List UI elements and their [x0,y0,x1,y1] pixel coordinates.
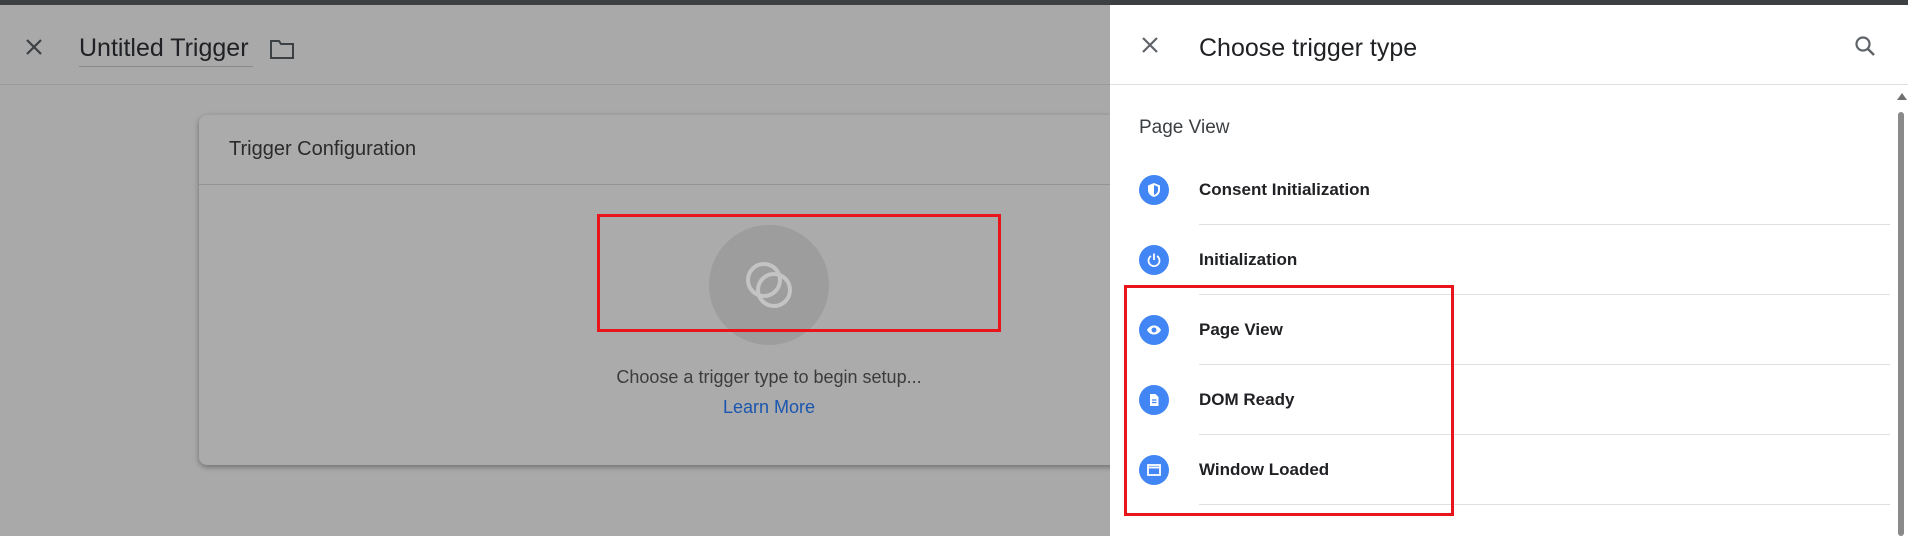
panel-title: Choose trigger type [1199,34,1418,62]
panel-header: Choose trigger type [1110,5,1908,85]
trigger-type-label: Consent Initialization [1199,180,1370,199]
trigger-type-dom-ready[interactable]: DOM Ready [1110,365,1890,435]
panel-close-button[interactable] [1136,31,1164,59]
trigger-type-label: Page View [1199,320,1283,339]
trigger-type-label: DOM Ready [1199,390,1295,409]
close-icon [26,39,42,55]
trigger-type-label: Initialization [1199,250,1298,269]
document-icon [1139,385,1169,415]
shield-icon [1139,175,1169,205]
folder-icon [270,40,294,59]
card-title: Trigger Configuration [199,115,1159,185]
power-icon [1139,245,1169,275]
trigger-type-page-view[interactable]: Page View [1110,295,1890,365]
scroll-up-arrow-icon[interactable] [1897,93,1907,100]
trigger-type-consent-initialization[interactable]: Consent Initialization [1110,155,1890,225]
scroll-thumb[interactable] [1898,112,1904,536]
editor-close-button[interactable] [20,33,48,61]
choose-trigger-type-button[interactable] [709,225,829,345]
trigger-editor-header: Untitled Trigger [0,5,1110,85]
folder-button[interactable] [268,35,296,63]
eye-icon [1139,315,1169,345]
search-icon [1855,36,1875,56]
trigger-type-list: Consent Initialization Initialization Pa… [1110,155,1890,505]
trigger-name-field[interactable]: Untitled Trigger [79,31,253,67]
section-heading-page-view: Page View [1139,117,1230,138]
choose-trigger-type-panel: Choose trigger type Page View Consent In… [1110,5,1908,536]
trigger-type-window-loaded[interactable]: Window Loaded [1110,435,1890,505]
window-icon [1139,455,1169,485]
trigger-type-label: Window Loaded [1199,460,1330,479]
search-button[interactable] [1850,31,1880,61]
divider [1199,504,1890,505]
close-icon [1142,37,1158,53]
trigger-placeholder-icon [746,262,792,308]
panel-scrollbar[interactable] [1894,88,1908,536]
trigger-type-initialization[interactable]: Initialization [1110,225,1890,295]
trigger-configuration-card: Trigger Configuration Choose a trigger t… [199,115,1159,465]
